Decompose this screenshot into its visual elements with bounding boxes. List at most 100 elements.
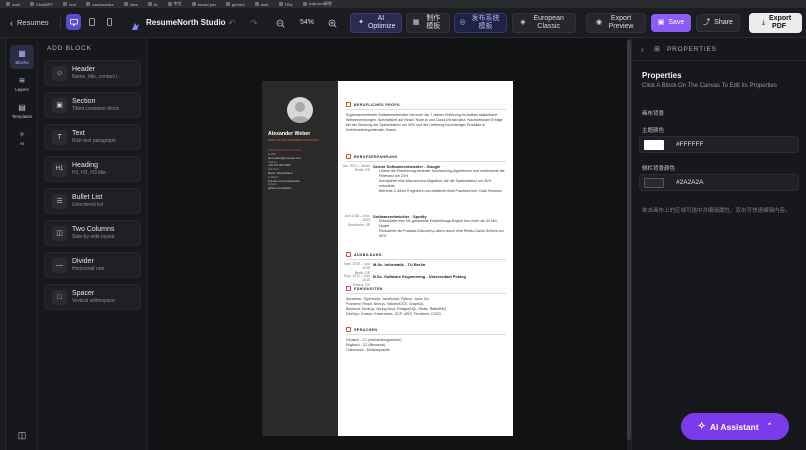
block-card-text[interactable]: T Text Rich text paragraph bbox=[44, 124, 141, 150]
section-skills[interactable]: FÄHIGKEITEN Sprachen: TypeScript, JavaSc… bbox=[346, 286, 506, 317]
bookmark-item[interactable]: gemini bbox=[225, 2, 245, 7]
block-card-bullet-list[interactable]: ☰ Bullet List Unordered list bbox=[44, 188, 141, 214]
resume-name[interactable]: Alexander Weber bbox=[268, 131, 334, 137]
resume-subtitle: SENIOR SOFTWAREENTWICKLER bbox=[268, 138, 319, 142]
sparkle-icon: ✧ bbox=[697, 420, 706, 432]
color-swatch-dark[interactable] bbox=[644, 177, 664, 188]
style-label: European Classic bbox=[533, 15, 564, 30]
publish-template-button[interactable]: ◎ 发布系统模板 bbox=[454, 13, 507, 33]
ai-optimize-button[interactable]: ✦ AI Optimize bbox=[350, 13, 402, 33]
zoom-level: 54% bbox=[299, 19, 314, 26]
mobile-view-button[interactable] bbox=[102, 14, 117, 30]
properties-header: PROPERTIES bbox=[667, 46, 717, 53]
accent-color-field[interactable]: #FFFFFF bbox=[639, 136, 799, 153]
contact-list[interactable]: E-Mail alex.weber@example.com Telefon +4… bbox=[268, 152, 334, 191]
monitor-icon bbox=[69, 18, 78, 26]
sidebar-bg-color-field[interactable]: #2A2A2A bbox=[639, 174, 799, 191]
resume-main[interactable]: BERUFLICHES PROFIL Ergebnisorientierter … bbox=[338, 81, 513, 436]
bookmark-item[interactable]: TBA bbox=[278, 2, 293, 7]
layers-icon: ≋ bbox=[18, 76, 26, 85]
section-experience[interactable]: BERUFSERFAHRUNG bbox=[346, 154, 506, 162]
job-bullet: Entwickelte eine ML-gestuetzte Empfehlun… bbox=[379, 219, 498, 228]
bookmark-item[interactable]: ChatGPT bbox=[30, 2, 53, 7]
redo-button[interactable]: ↷ bbox=[248, 17, 260, 29]
block-card-two-columns[interactable]: ◫ Two Columns Side-by-side layout bbox=[44, 220, 141, 246]
section-profile[interactable]: BERUFLICHES PROFIL Ergebnisorientierter … bbox=[346, 102, 506, 133]
zoom-out-button[interactable] bbox=[274, 17, 286, 29]
rail-item-templates[interactable]: ▤ Templates bbox=[10, 99, 34, 123]
block-card-header[interactable]: ☺ Header Name, title, contact i... bbox=[44, 60, 141, 86]
sidebar-bg-color-value[interactable]: #2A2A2A bbox=[676, 179, 703, 186]
heading-icon: H1 bbox=[52, 161, 67, 177]
style-select-button[interactable]: ◈ European Classic bbox=[512, 13, 576, 33]
block-title: Header bbox=[72, 65, 95, 73]
rail-item-ai[interactable]: ✧ AI bbox=[10, 126, 34, 150]
block-card-section[interactable]: ▣ Section Titled container block bbox=[44, 92, 141, 118]
blocks-icon: ▦ bbox=[18, 49, 26, 58]
ai-assistant-button[interactable]: ✧ AI Assistant ⌃ bbox=[681, 413, 789, 440]
bookmark-item[interactable]: idea bbox=[123, 2, 138, 7]
color-swatch-white[interactable] bbox=[644, 139, 664, 150]
bookmark-item[interactable]: 中文 bbox=[167, 1, 182, 7]
undo-button[interactable]: ↶ bbox=[226, 17, 238, 29]
collapse-panel-button[interactable]: ◫ bbox=[10, 423, 34, 447]
save-button[interactable]: ▣ Save bbox=[651, 14, 691, 32]
app-logo-icon bbox=[131, 18, 140, 30]
block-desc: Vertical whitespace bbox=[72, 297, 115, 304]
collapse-properties-button[interactable]: › bbox=[641, 45, 644, 54]
redo-icon: ↷ bbox=[250, 18, 258, 28]
job-date: Juni 2018 – Dez. 2020 bbox=[344, 214, 370, 223]
zoom-in-button[interactable] bbox=[326, 17, 338, 29]
undo-icon: ↶ bbox=[228, 18, 236, 28]
section-bullet-icon bbox=[346, 102, 351, 107]
spacer-icon: □ bbox=[52, 289, 67, 305]
properties-panel: › ⊞ PROPERTIES Properties Click A Block … bbox=[631, 38, 806, 450]
block-desc: H1, H2, H3 title bbox=[72, 169, 106, 176]
resume-sidebar[interactable]: Alexander Weber SENIOR SOFTWAREENTWICKLE… bbox=[262, 81, 338, 436]
section-title: AUSBILDUNG bbox=[346, 252, 506, 257]
share-label: Share bbox=[714, 19, 733, 26]
block-card-spacer[interactable]: □ Spacer Vertical whitespace bbox=[44, 284, 141, 310]
resume-page[interactable]: Alexander Weber SENIOR SOFTWAREENTWICKLE… bbox=[262, 81, 513, 436]
bookmark-item[interactable]: bookmarks bbox=[86, 2, 114, 7]
globe-icon: ◎ bbox=[459, 19, 466, 26]
tablet-view-button[interactable] bbox=[84, 14, 99, 30]
rail-item-blocks[interactable]: ▦ Blocks bbox=[10, 45, 34, 69]
download-icon: ⤓ bbox=[761, 19, 766, 26]
job-bullet: Konzipierte eine Microservice-Migration,… bbox=[379, 179, 492, 188]
section-languages[interactable]: SPRACHEN Deutsch - C1 (verhandlungssiche… bbox=[346, 327, 506, 353]
edu-date: Sept. 2016 – Juni 2018 bbox=[343, 262, 370, 271]
block-card-divider[interactable]: — Divider Horizontal rule bbox=[44, 252, 141, 278]
export-pdf-button[interactable]: ⤓ Export PDF bbox=[749, 13, 802, 33]
block-desc: Side-by-side layout bbox=[72, 233, 115, 240]
share-button[interactable]: ⤴ Share bbox=[696, 14, 740, 32]
bookmark-item[interactable]: text bbox=[63, 2, 76, 7]
bookmark-item[interactable]: AI bbox=[147, 2, 158, 7]
skill-line: DevOps: Docker, Kubernetes, GCP, AWS, Te… bbox=[346, 311, 441, 316]
divider bbox=[346, 293, 506, 294]
block-card-heading[interactable]: H1 Heading H1, H2, H3 title bbox=[44, 156, 141, 182]
job-entry[interactable]: Juni 2018 – Dez. 2020 Stockholm, SE Softw… bbox=[340, 214, 506, 239]
rail-item-layers[interactable]: ≋ Layers bbox=[10, 72, 34, 96]
list-icon: ☰ bbox=[52, 193, 67, 209]
export-preview-button[interactable]: ◉ Export Preview bbox=[586, 13, 646, 33]
accent-color-value[interactable]: #FFFFFF bbox=[676, 141, 703, 148]
ai-icon: ✧ bbox=[18, 130, 26, 139]
desktop-view-button[interactable] bbox=[66, 14, 81, 30]
job-bullet: Betreute 4 Junior Engineers und etablier… bbox=[379, 189, 502, 193]
rail-label: AI bbox=[19, 141, 25, 146]
profile-text[interactable]: Ergebnisorientierter Softwareentwickler … bbox=[346, 113, 506, 133]
job-place: Berlin, DE bbox=[354, 168, 370, 173]
back-to-resumes-button[interactable]: ‹ Resumes bbox=[10, 16, 49, 30]
job-entry[interactable]: Jan. 2021 – Heute Berlin, DE Senior Softw… bbox=[340, 164, 506, 194]
add-block-panel: ADD BLOCK ☺ Header Name, title, contact i… bbox=[38, 38, 148, 450]
divider-icon: — bbox=[52, 257, 67, 273]
bookmark-item[interactable]: mail bbox=[6, 2, 20, 7]
bookmark-item[interactable]: web bbox=[254, 2, 269, 7]
section-education[interactable]: AUSBILDUNG bbox=[346, 252, 506, 260]
chevron-up-icon: ⌃ bbox=[766, 422, 773, 430]
make-template-button[interactable]: ▦ 制作模板 bbox=[406, 13, 450, 33]
language-line: Chinesisch - Muttersprache bbox=[346, 347, 390, 352]
bookmark-item[interactable]: found job bbox=[191, 2, 216, 7]
bookmark-item[interactable]: Aiphora研究 bbox=[302, 1, 332, 7]
